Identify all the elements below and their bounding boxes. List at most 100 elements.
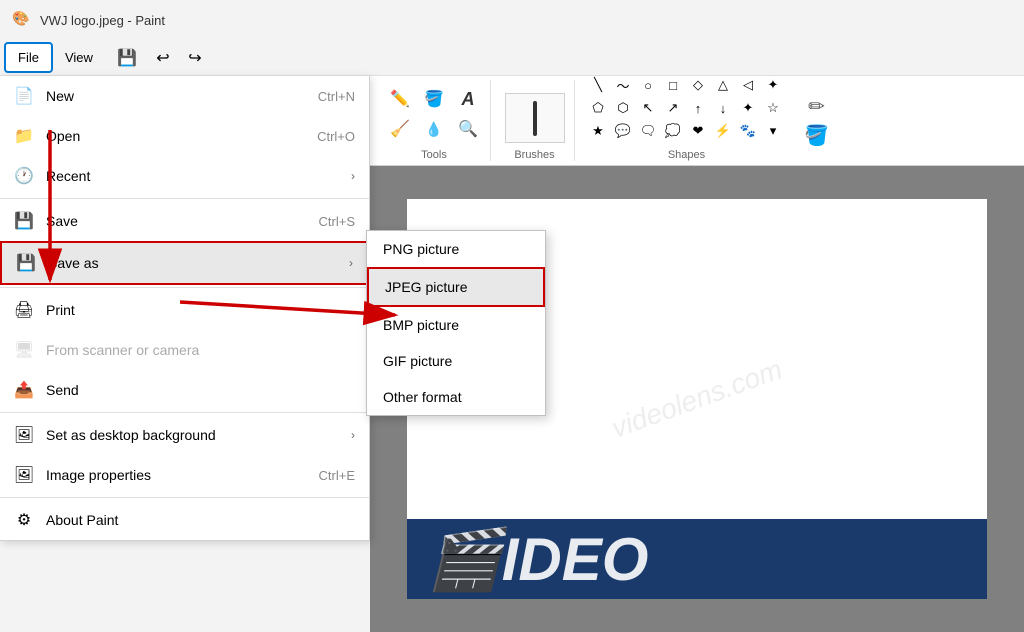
brushes-section: Brushes: [495, 80, 575, 161]
save-as-arrow: ›: [349, 256, 353, 270]
divider-1: [0, 198, 369, 199]
view-menu-button[interactable]: View: [53, 44, 105, 71]
shape-pentagon[interactable]: ⬠: [587, 98, 609, 118]
desktop-icon: 🖼: [14, 425, 34, 445]
about-icon: ⚙: [14, 510, 34, 530]
shape-hex[interactable]: ⬡: [612, 98, 634, 118]
image-text: 🎬: [427, 524, 502, 595]
recent-arrow: ›: [351, 169, 355, 183]
shape-diamond[interactable]: ◇: [687, 75, 709, 95]
submenu-other[interactable]: Other format: [367, 379, 545, 415]
shape-arrow-ur[interactable]: ↗: [662, 98, 684, 118]
tools-icons-row: ✏️ 🪣 A: [386, 85, 482, 113]
menu-item-print[interactable]: 🖨 Print: [0, 290, 369, 330]
brushes-label: Brushes: [514, 149, 554, 161]
menu-item-desktop[interactable]: 🖼 Set as desktop background ›: [0, 415, 369, 455]
submenu-bmp[interactable]: BMP picture: [367, 307, 545, 343]
eyedropper-icon[interactable]: 💧: [420, 115, 448, 143]
shape-rect[interactable]: □: [662, 75, 684, 95]
shape-lightning[interactable]: ⚡: [712, 121, 734, 141]
shape-speech[interactable]: 💬: [612, 121, 634, 141]
brush-selector[interactable]: [505, 93, 565, 143]
outline-icon[interactable]: ✏: [808, 94, 825, 119]
ribbon: ✏️ 🪣 A 🧹 💧 🔍 Tools Brushes ╲ 〜 ○ □ ◇ △ ◁: [370, 76, 1024, 166]
app-icon: 🎨: [12, 10, 32, 30]
shape-callout[interactable]: 🗨: [637, 121, 659, 141]
shape-more[interactable]: ▾: [762, 121, 784, 141]
divider-2: [0, 287, 369, 288]
fill2-icon[interactable]: 🪣: [804, 123, 829, 148]
menu-item-send[interactable]: 📤 Send: [0, 370, 369, 410]
submenu-jpeg[interactable]: JPEG picture: [367, 267, 545, 307]
about-label: About Paint: [46, 512, 355, 528]
undo-redo-group: ↩ ↪: [149, 44, 209, 72]
eraser-icon[interactable]: 🧹: [386, 115, 414, 143]
open-icon: 📁: [14, 126, 34, 146]
tools-icons-row-2: 🧹 💧 🔍: [386, 115, 482, 143]
menu-item-open[interactable]: 📁 Open Ctrl+O: [0, 116, 369, 156]
canvas-image: 🎬 IDEO: [407, 519, 987, 599]
title-bar: 🎨 VWJ logo.jpeg - Paint: [0, 0, 1024, 40]
shape-round-callout[interactable]: 💭: [662, 121, 684, 141]
submenu-gif[interactable]: GIF picture: [367, 343, 545, 379]
properties-label: Image properties: [46, 467, 307, 483]
shape-star6[interactable]: ★: [587, 121, 609, 141]
shape-heart[interactable]: ❤: [687, 121, 709, 141]
send-icon: 📤: [14, 380, 34, 400]
save-as-submenu: PNG picture JPEG picture BMP picture GIF…: [366, 230, 546, 416]
menu-bar: File View 💾 ↩ ↪: [0, 40, 1024, 76]
image-text-2: IDEO: [502, 525, 649, 594]
tools-section: ✏️ 🪣 A 🧹 💧 🔍 Tools: [378, 80, 491, 161]
print-icon: 🖨: [14, 300, 34, 320]
shape-line[interactable]: ╲: [587, 75, 609, 95]
save-label: Save: [46, 213, 307, 229]
pencil-icon[interactable]: ✏️: [386, 85, 414, 113]
print-label: Print: [46, 302, 355, 318]
shape-arrow-up[interactable]: ↑: [687, 98, 709, 118]
send-label: Send: [46, 382, 355, 398]
menu-item-new[interactable]: 📄 New Ctrl+N: [0, 76, 369, 116]
fill-icon[interactable]: 🪣: [420, 85, 448, 113]
shapes-label: Shapes: [668, 149, 705, 161]
desktop-label: Set as desktop background: [46, 427, 339, 443]
shape-curve[interactable]: 〜: [612, 75, 634, 95]
file-menu-button[interactable]: File: [4, 42, 53, 73]
properties-icon: 🖼: [14, 465, 34, 485]
open-shortcut: Ctrl+O: [317, 129, 355, 144]
text-icon[interactable]: A: [454, 85, 482, 113]
divider-4: [0, 497, 369, 498]
shape-triangle[interactable]: △: [712, 75, 734, 95]
recent-label: Recent: [46, 168, 339, 184]
redo-button[interactable]: ↪: [181, 44, 209, 72]
shape-oval[interactable]: ○: [637, 75, 659, 95]
shape-rtriangle[interactable]: ◁: [737, 75, 759, 95]
shape-starburst[interactable]: ✦: [737, 98, 759, 118]
shape-arrow-ul[interactable]: ↖: [637, 98, 659, 118]
shape-star5[interactable]: ☆: [762, 98, 784, 118]
shape-star4[interactable]: ✦: [762, 75, 784, 95]
shapes-section: ╲ 〜 ○ □ ◇ △ ◁ ✦ ⬠ ⬡ ↖ ↗ ↑ ↓ ✦ ☆ ★ 💬 🗨 💭 …: [579, 80, 794, 161]
new-icon: 📄: [14, 86, 34, 106]
menu-item-recent[interactable]: 🕐 Recent ›: [0, 156, 369, 196]
undo-button[interactable]: ↩: [149, 44, 177, 72]
shape-footprint[interactable]: 🐾: [737, 121, 759, 141]
watermark: videolens.com: [607, 353, 786, 444]
menu-item-save-as[interactable]: 💾 Save as ›: [0, 241, 369, 285]
new-label: New: [46, 88, 306, 104]
tools-label: Tools: [421, 149, 447, 161]
menu-item-scanner[interactable]: 🖥 From scanner or camera: [0, 330, 369, 370]
save-as-icon: 💾: [16, 253, 36, 273]
divider-3: [0, 412, 369, 413]
save-icon: 💾: [14, 211, 34, 231]
submenu-png[interactable]: PNG picture: [367, 231, 545, 267]
desktop-arrow: ›: [351, 428, 355, 442]
menu-item-save[interactable]: 💾 Save Ctrl+S: [0, 201, 369, 241]
save-toolbar-button[interactable]: 💾: [113, 44, 141, 72]
scanner-label: From scanner or camera: [46, 342, 355, 358]
zoom-icon[interactable]: 🔍: [454, 115, 482, 143]
shapes-grid: ╲ 〜 ○ □ ◇ △ ◁ ✦ ⬠ ⬡ ↖ ↗ ↑ ↓ ✦ ☆ ★ 💬 🗨 💭 …: [587, 75, 786, 143]
menu-item-about[interactable]: ⚙ About Paint: [0, 500, 369, 540]
menu-item-properties[interactable]: 🖼 Image properties Ctrl+E: [0, 455, 369, 495]
properties-shortcut: Ctrl+E: [319, 468, 355, 483]
shape-arrow-dn[interactable]: ↓: [712, 98, 734, 118]
